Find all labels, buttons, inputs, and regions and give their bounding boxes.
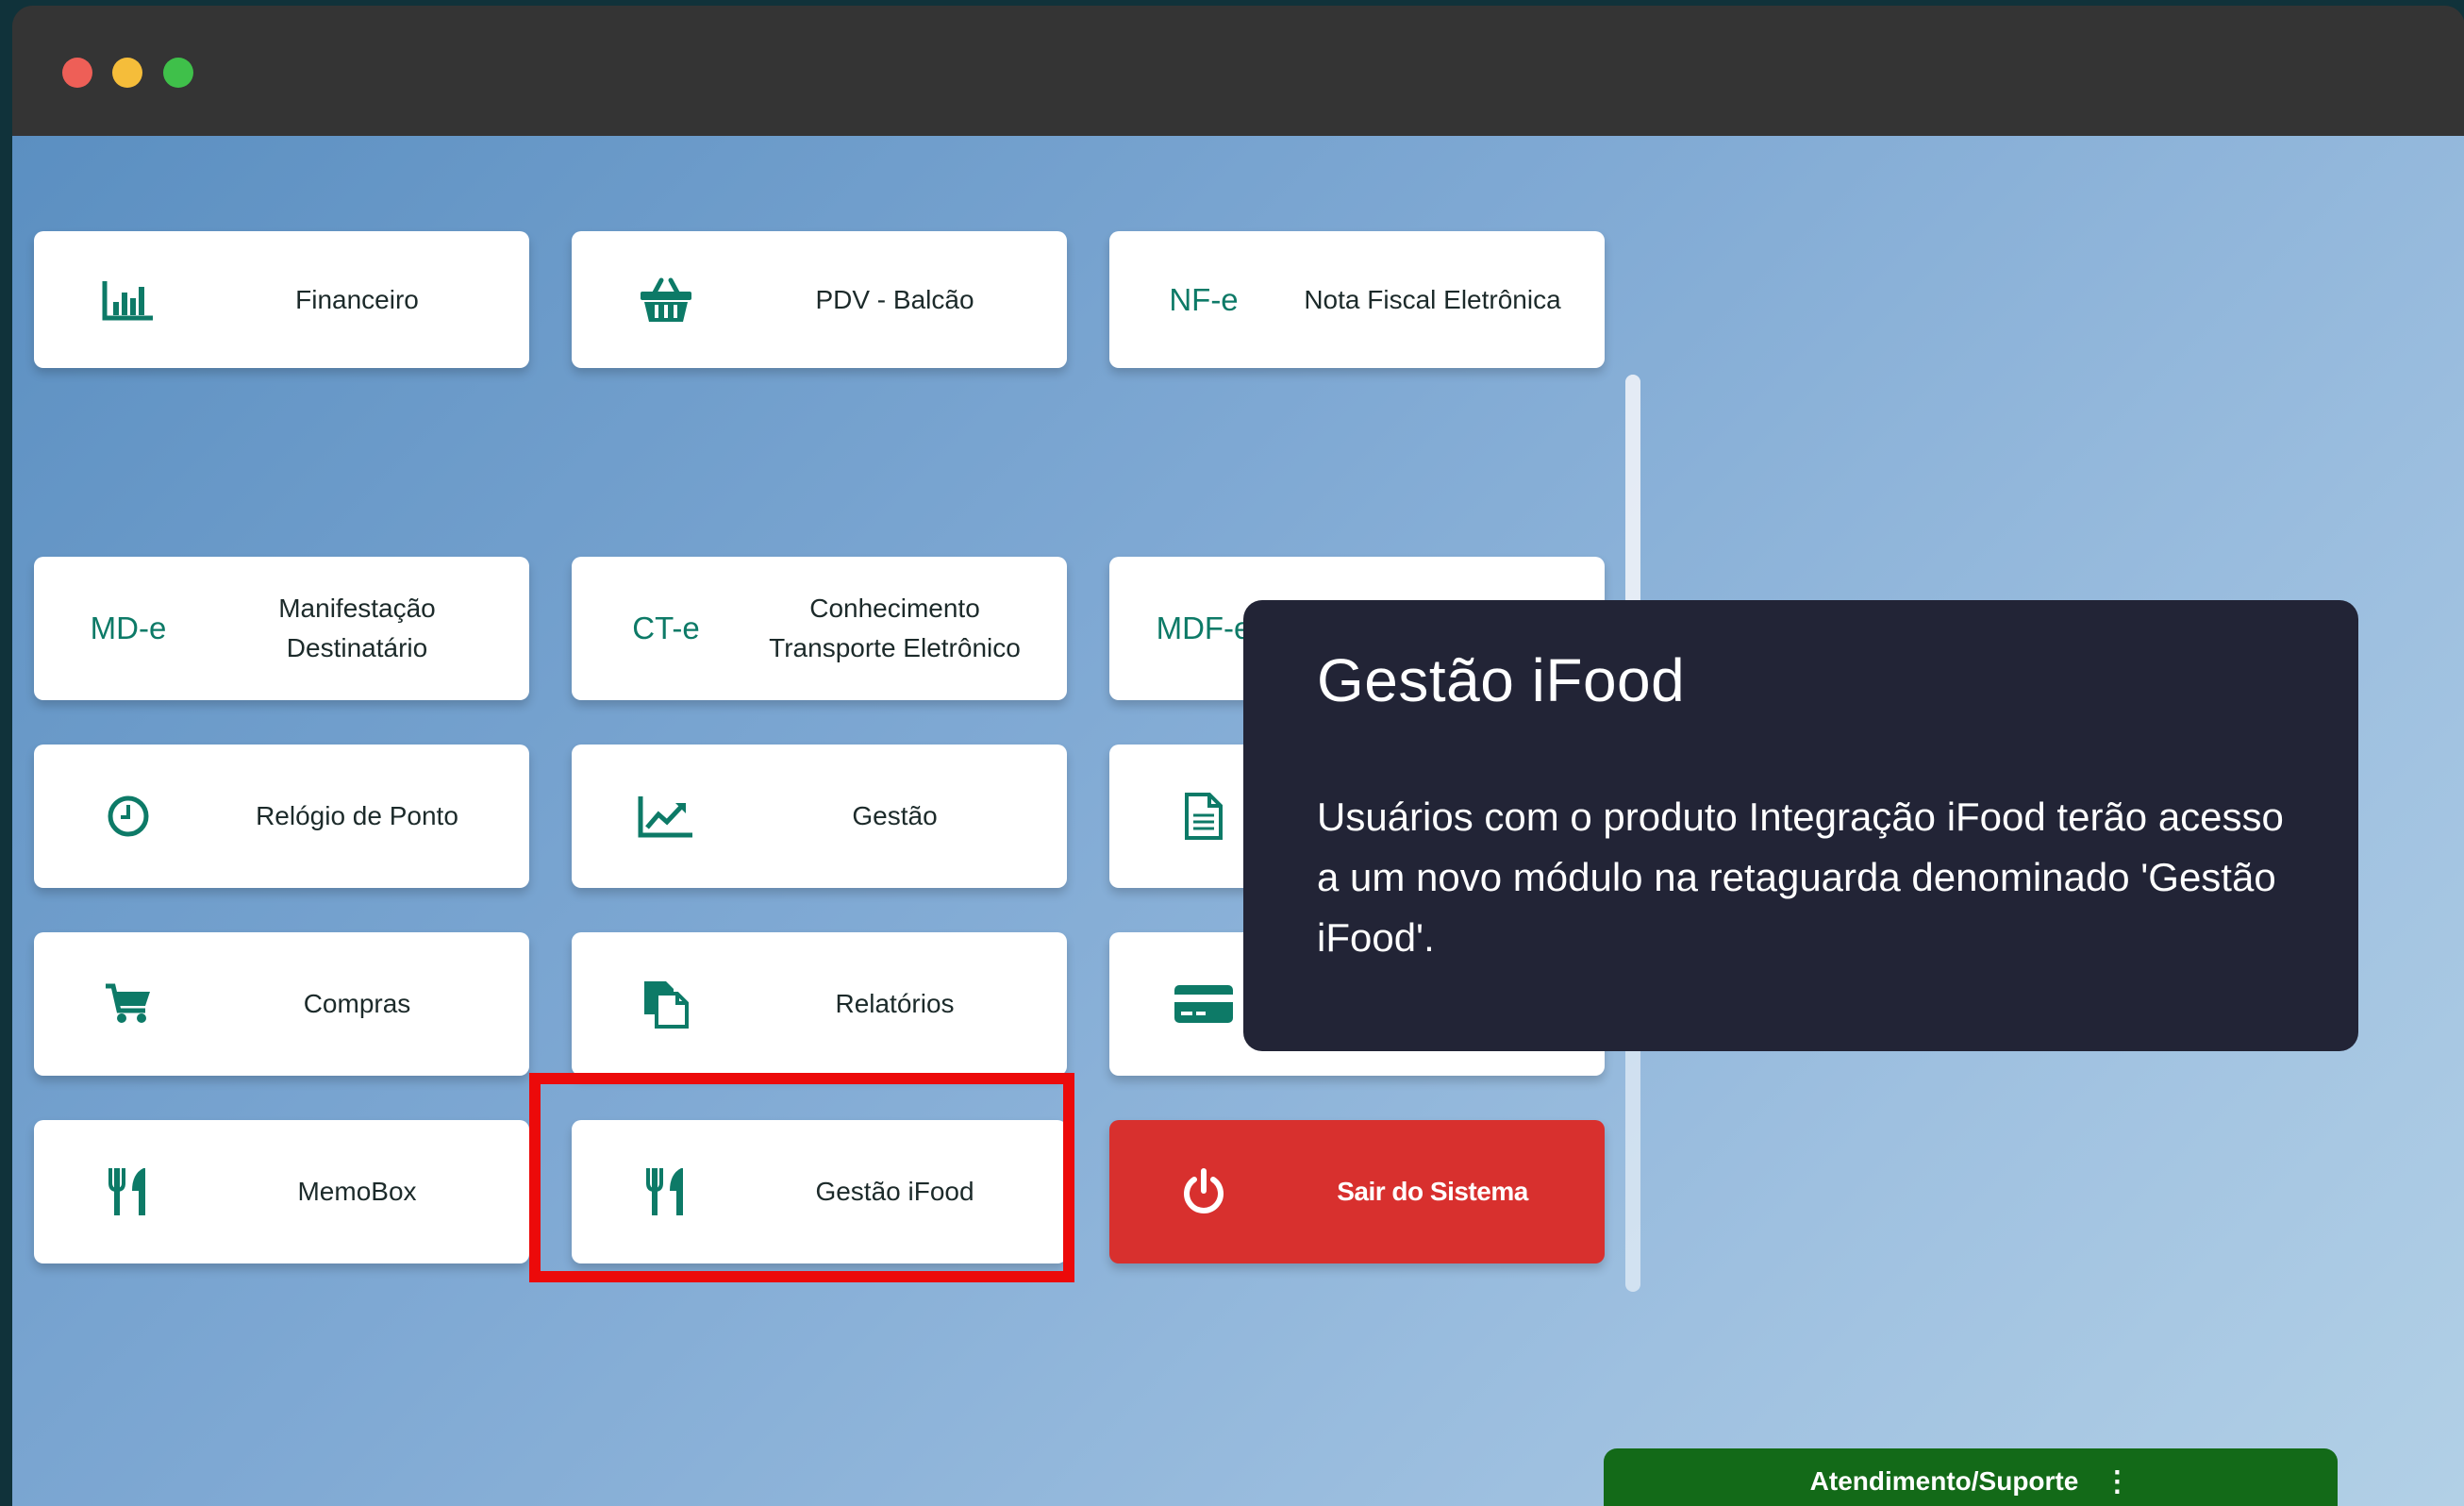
tile-label: Relatórios	[835, 989, 955, 1018]
tile-compras[interactable]: Compras	[34, 932, 529, 1076]
tile-relogio-de-ponto[interactable]: Relógio de Ponto	[34, 745, 529, 888]
tile-relatorios[interactable]: Relatórios	[572, 932, 1067, 1076]
tile-label: Sair do Sistema	[1337, 1177, 1528, 1206]
tile-label: Gestão	[852, 801, 938, 830]
tile-label: Nota Fiscal Eletrônica	[1304, 284, 1561, 314]
tile-financeiro[interactable]: Financeiro	[34, 231, 529, 368]
tile-label: Financeiro	[295, 284, 419, 314]
tile-nfe[interactable]: NF-e Nota Fiscal Eletrônica	[1109, 231, 1605, 368]
support-button[interactable]: Atendimento/Suporte ⋮	[1604, 1448, 2338, 1506]
tile-pdv-balcao[interactable]: PDV - Balcão	[572, 231, 1067, 368]
tooltip-body: Usuários com o produto Integração iFood …	[1317, 795, 2284, 960]
minimize-window-button[interactable]	[112, 58, 142, 88]
maximize-window-button[interactable]	[163, 58, 193, 88]
tile-cte[interactable]: CT-e Conhecimento Transporte Eletrônico	[572, 557, 1067, 700]
tile-sair-do-sistema[interactable]: Sair do Sistema	[1109, 1120, 1605, 1263]
tile-label: PDV - Balcão	[815, 284, 974, 314]
tile-label: Compras	[303, 989, 411, 1018]
close-window-button[interactable]	[62, 58, 92, 88]
tile-label: Relógio de Ponto	[256, 801, 458, 830]
more-options-icon[interactable]: ⋮	[2103, 1465, 2131, 1498]
tile-memobox[interactable]: MemoBox	[34, 1120, 529, 1263]
support-label: Atendimento/Suporte	[1809, 1466, 2079, 1496]
tooltip-callout: Gestão iFood Usuários com o produto Inte…	[1243, 600, 2358, 1051]
tile-label: MemoBox	[297, 1177, 417, 1206]
tile-label: Conhecimento Transporte Eletrônico	[769, 594, 1021, 662]
tile-label: Manifestação Destinatário	[278, 594, 436, 662]
highlight-box	[529, 1073, 1074, 1282]
tooltip-title: Gestão iFood	[1317, 646, 1686, 714]
tile-mde[interactable]: MD-e Manifestação Destinatário	[34, 557, 529, 700]
tile-gestao[interactable]: Gestão	[572, 745, 1067, 888]
title-bar	[12, 6, 2464, 136]
